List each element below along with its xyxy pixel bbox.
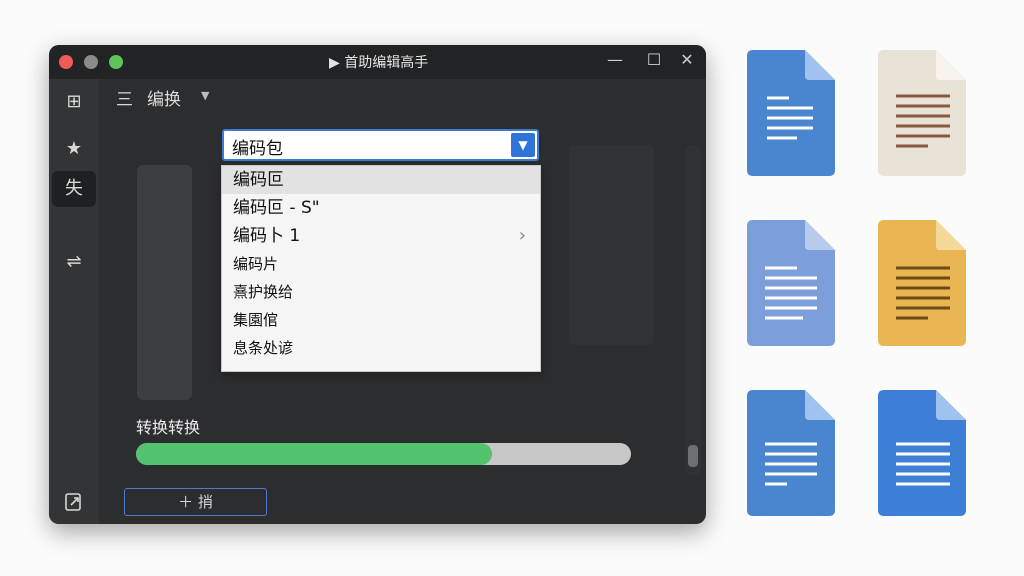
document-yellow-icon bbox=[878, 218, 968, 348]
add-button[interactable]: ＋ 捎 bbox=[124, 488, 267, 516]
window-title: ▶ 首助编辑高手 bbox=[329, 55, 429, 71]
progress-label: 转换转换 bbox=[136, 418, 201, 437]
document-blue-3-icon bbox=[878, 388, 968, 518]
grid-icon[interactable]: ⊞ bbox=[52, 84, 96, 120]
minimize-dot[interactable] bbox=[84, 55, 98, 69]
scrollbar-thumb[interactable] bbox=[688, 445, 698, 467]
document-blue-icon bbox=[747, 48, 837, 178]
dropdown-option[interactable]: 编码叵 - S" bbox=[222, 194, 540, 222]
zoom-dot[interactable] bbox=[109, 55, 123, 69]
chevron-down-icon[interactable]: ▼ bbox=[201, 89, 209, 102]
menu-icon[interactable]: 三 bbox=[116, 85, 133, 110]
minimize-button[interactable]: — bbox=[605, 50, 625, 69]
document-lightblue-icon bbox=[747, 218, 837, 348]
toolbar-label[interactable]: 编换 bbox=[147, 85, 181, 110]
background-panel bbox=[569, 145, 654, 345]
document-beige-icon bbox=[878, 48, 968, 178]
star-icon[interactable]: ★ bbox=[52, 131, 96, 167]
dropdown-arrow-icon[interactable]: ▼ bbox=[511, 133, 535, 157]
export-icon[interactable] bbox=[52, 484, 96, 520]
progress-fill bbox=[136, 443, 493, 465]
dropdown-option[interactable]: 编码片 bbox=[222, 250, 540, 278]
dropdown-option[interactable]: 集園倌 bbox=[222, 306, 540, 334]
app-window: ▶ 首助编辑高手 — ☐ ✕ ⊞ ★ 失 ⇌ 三 编换 ▼ 编码包 ▼ 编码叵 … bbox=[49, 45, 706, 524]
dropdown-option-submenu[interactable]: 编码卜 1 › bbox=[222, 222, 540, 250]
sidebar: ⊞ ★ 失 ⇌ bbox=[49, 79, 99, 524]
dropdown-option[interactable]: 熹护换给 bbox=[222, 278, 540, 306]
background-graphic bbox=[137, 165, 192, 400]
maximize-button[interactable]: ☐ bbox=[644, 50, 664, 69]
close-button[interactable]: ✕ bbox=[677, 50, 697, 69]
dropdown-option[interactable]: 编码叵 bbox=[222, 166, 540, 194]
option-label: 编码卜 1 bbox=[233, 226, 301, 246]
scrollbar-track[interactable] bbox=[685, 145, 701, 475]
document-blue-2-icon bbox=[747, 388, 837, 518]
progress-bar bbox=[136, 443, 631, 465]
chevron-right-icon: › bbox=[518, 225, 526, 246]
close-dot[interactable] bbox=[59, 55, 73, 69]
sidebar-item-active[interactable]: 失 bbox=[52, 171, 96, 207]
title-bar: ▶ 首助编辑高手 — ☐ ✕ bbox=[49, 45, 706, 79]
encoding-select[interactable]: 编码包 ▼ bbox=[222, 129, 539, 161]
select-value: 编码包 bbox=[232, 139, 283, 159]
dropdown-menu: 编码叵 编码叵 - S" 编码卜 1 › 编码片 熹护换给 集園倌 息条处谚 bbox=[221, 165, 541, 372]
convert-icon[interactable]: ⇌ bbox=[52, 244, 96, 280]
dropdown-option[interactable]: 息条处谚 bbox=[222, 334, 540, 362]
